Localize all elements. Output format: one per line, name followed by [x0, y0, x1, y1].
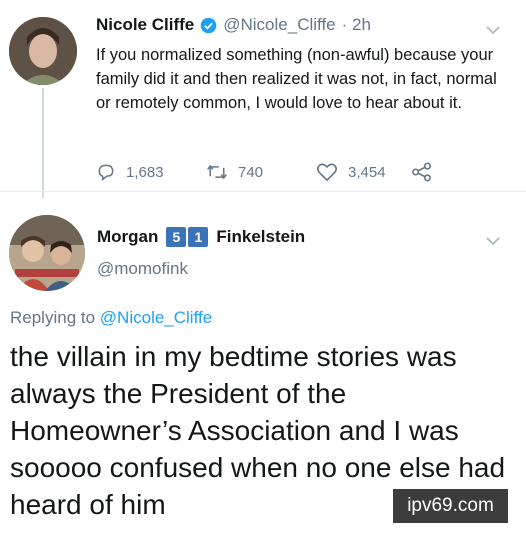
tweet2-name-row: Morgan 5 1 Finkelstein	[97, 227, 305, 247]
display-name[interactable]: Nicole Cliffe	[96, 15, 194, 35]
morgan-avatar[interactable]	[9, 215, 85, 291]
display-name-first[interactable]: Morgan	[97, 227, 158, 247]
thread-line	[42, 88, 44, 198]
number-badge-1: 1	[188, 227, 209, 247]
like-count: 3,454	[348, 163, 386, 181]
timestamp[interactable]: · 2h	[342, 15, 371, 35]
verified-icon	[200, 17, 217, 34]
retweet-icon	[206, 162, 228, 182]
tweet1-header: Nicole Cliffe @Nicole_Cliffe · 2h	[96, 15, 371, 35]
reply-icon	[96, 162, 116, 182]
name-number-badges: 5 1	[166, 227, 210, 247]
share-action[interactable]	[411, 162, 433, 182]
share-icon	[411, 162, 433, 182]
like-action[interactable]: 3,454	[316, 162, 411, 182]
heart-icon	[316, 162, 338, 182]
display-name-last[interactable]: Finkelstein	[216, 227, 305, 247]
handle[interactable]: @Nicole_Cliffe	[223, 15, 335, 35]
chevron-down-icon[interactable]	[486, 233, 500, 249]
handle[interactable]: @momofink	[97, 259, 188, 279]
replying-handle-link[interactable]: @Nicole_Cliffe	[100, 308, 212, 327]
tweet1-actions: 1,683 740 3,454	[96, 162, 433, 182]
reply-action[interactable]: 1,683	[96, 162, 181, 182]
retweet-action[interactable]: 740	[206, 162, 316, 182]
replying-to: Replying to @Nicole_Cliffe	[10, 308, 212, 328]
number-badge-5: 5	[166, 227, 187, 247]
reply-count: 1,683	[126, 163, 164, 181]
tweet1-text: If you normalized something (non-awful) …	[96, 46, 497, 112]
replying-prefix: Replying to	[10, 308, 96, 327]
retweet-count: 740	[238, 163, 264, 181]
nicole-cliffe-avatar[interactable]	[9, 17, 77, 85]
chevron-down-icon[interactable]	[486, 22, 500, 38]
watermark: ipv69.com	[393, 489, 508, 523]
tweet-divider	[0, 191, 526, 192]
